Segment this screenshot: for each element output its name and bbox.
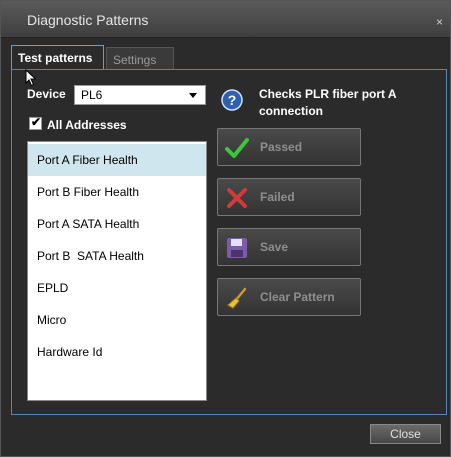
list-item[interactable]: Port B Fiber Health [28,176,206,208]
clear-pattern-button[interactable]: Clear Pattern [217,278,361,316]
passed-label: Passed [260,140,303,154]
close-icon[interactable]: × [436,15,443,29]
all-addresses-label: All Addresses [47,118,127,132]
checkmark-icon [225,138,249,158]
x-mark-icon [227,188,247,208]
device-label: Device [27,87,66,101]
pattern-description: Checks PLR fiber port A connection [259,87,397,118]
tab-settings[interactable]: Settings [106,47,174,69]
chevron-down-icon [189,93,197,98]
checkmark-icon: ✔ [31,115,42,129]
list-item[interactable]: Port A SATA Health [28,208,206,240]
device-dropdown[interactable]: PL6 [74,85,206,105]
failed-button[interactable]: Failed [217,178,361,216]
pattern-list: Port A Fiber Health Port B Fiber Health … [27,141,207,401]
diagnostic-patterns-window: Diagnostic Patterns × Test patterns Sett… [0,0,451,457]
window-title: Diagnostic Patterns [27,12,149,28]
device-selected-value: PL6 [81,88,103,102]
clear-pattern-label: Clear Pattern [260,290,335,304]
list-item[interactable]: Hardware Id [28,336,206,368]
broom-icon [227,287,247,309]
svg-text:?: ? [228,92,237,108]
passed-button[interactable]: Passed [217,128,361,166]
list-item[interactable]: EPLD [28,272,206,304]
save-button[interactable]: Save [217,228,361,266]
question-circle-icon[interactable]: ? [221,89,243,111]
mouse-pointer-icon [25,69,37,87]
tab-test-patterns[interactable]: Test patterns [11,45,104,69]
save-label: Save [260,240,289,254]
floppy-disk-icon [227,238,247,258]
list-item[interactable]: Micro [28,304,206,336]
close-button[interactable]: Close [370,424,441,444]
list-item[interactable]: Port B SATA Health [28,240,206,272]
list-item[interactable]: Port A Fiber Health [28,144,206,176]
failed-label: Failed [260,190,295,204]
all-addresses-checkbox[interactable]: ✔ [29,115,42,130]
title-bar[interactable]: Diagnostic Patterns × [1,1,450,38]
